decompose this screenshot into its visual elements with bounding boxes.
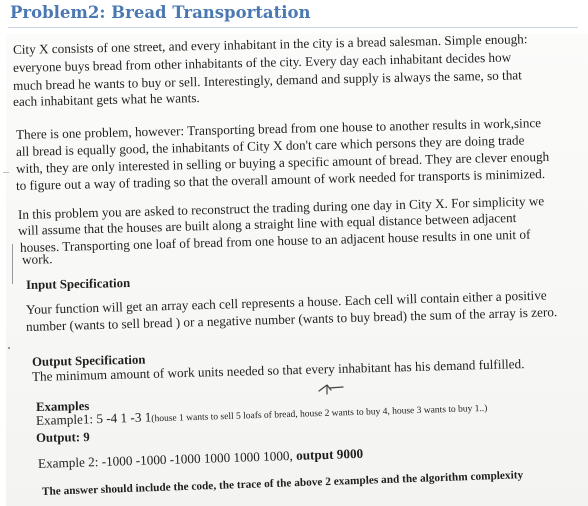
example-1-input: Example1: 5 -4 1 -3 1 [35, 409, 152, 428]
scan-margin-mark [12, 244, 13, 284]
pen-scribble-arrow-icon [318, 384, 344, 395]
paragraph-1-line-4: each inhabitant gets what he wants. [12, 90, 200, 109]
paragraph-3-line-4: work. [21, 251, 53, 267]
scan-margin-mark [8, 347, 10, 349]
example-2-output: output 9000 [295, 445, 364, 463]
input-spec-heading: Input Specification [25, 276, 131, 292]
page-title: Problem2: Bread Transportation [10, 3, 311, 22]
example-1-output: Output: 9 [35, 429, 90, 445]
title-divider [8, 27, 578, 28]
scan-margin-mark [3, 172, 9, 173]
